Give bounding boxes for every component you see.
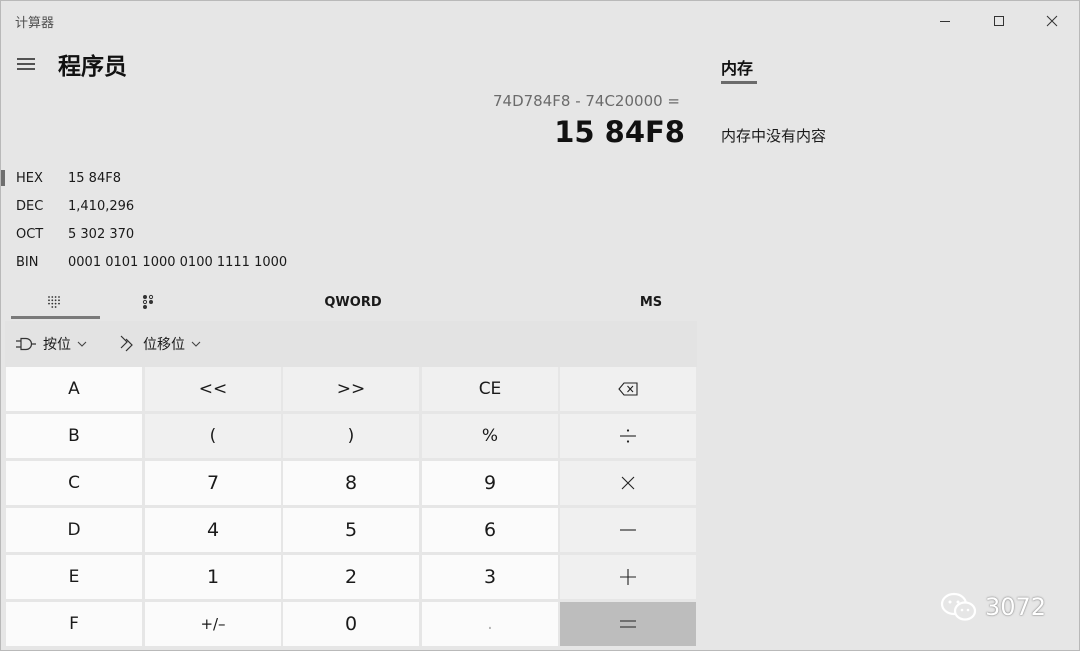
key-0[interactable]: 0 — [283, 602, 419, 646]
dot-grid-icon — [48, 296, 60, 308]
minimize-button[interactable] — [918, 1, 971, 41]
key-5[interactable]: 5 — [283, 508, 419, 552]
key-3[interactable]: 3 — [422, 555, 558, 599]
close-icon — [1046, 15, 1057, 27]
radix-value: 15 84F8 — [68, 170, 121, 186]
radix-label: DEC — [16, 198, 44, 214]
maximize-button[interactable] — [972, 1, 1025, 41]
active-tab-underline — [11, 316, 100, 319]
key-8[interactable]: 8 — [283, 461, 419, 505]
bitshift-label: 位移位 — [143, 337, 185, 353]
radix-row-bin[interactable]: BIN 0001 0101 1000 0100 1111 1000 — [1, 249, 691, 275]
active-radix-indicator — [1, 170, 5, 186]
equals-icon — [620, 620, 636, 628]
divide-icon — [620, 429, 636, 443]
minus-icon — [620, 529, 636, 531]
key-6[interactable]: 6 — [422, 508, 558, 552]
maximize-icon — [993, 16, 1004, 26]
memory-empty-message: 内存中没有内容 — [721, 127, 827, 145]
key-multiply[interactable] — [560, 461, 696, 505]
key-right-shift[interactable]: >> — [283, 367, 419, 411]
key-modulo[interactable]: % — [422, 414, 558, 458]
title-bar: 计算器 — [1, 1, 1080, 41]
key-4[interactable]: 4 — [145, 508, 281, 552]
keypad: A << >> CE B ( ) % C 7 8 9 D 4 5 6 E 1 2… — [6, 367, 698, 647]
full-keypad-tab[interactable] — [5, 285, 103, 319]
watermark-text: 3072 — [985, 593, 1047, 621]
key-subtract[interactable] — [560, 508, 696, 552]
wechat-icon — [940, 592, 977, 621]
bit-toggle-keypad-tab[interactable] — [103, 285, 193, 319]
memory-tab[interactable]: 内存 — [721, 55, 753, 79]
key-add[interactable] — [560, 555, 696, 599]
chevron-down-icon — [77, 341, 87, 347]
key-d[interactable]: D — [6, 508, 142, 552]
expression-display: 74D784F8 - 74C20000 = — [492, 92, 680, 110]
key-left-paren[interactable]: ( — [145, 414, 281, 458]
memory-tab-underline — [721, 81, 757, 84]
memory-store-button[interactable]: MS — [591, 285, 711, 319]
radix-label: OCT — [16, 226, 44, 242]
key-2[interactable]: 2 — [283, 555, 419, 599]
key-1[interactable]: 1 — [145, 555, 281, 599]
key-7[interactable]: 7 — [145, 461, 281, 505]
keypad-tabs: QWORD MS — [5, 285, 697, 321]
plus-icon — [620, 569, 636, 585]
bit-toggle-icon — [142, 294, 154, 309]
key-c[interactable]: C — [6, 461, 142, 505]
radix-row-hex[interactable]: HEX 15 84F8 — [1, 165, 691, 191]
key-clear-entry[interactable]: CE — [422, 367, 558, 411]
key-equals[interactable] — [560, 602, 696, 646]
close-button[interactable] — [1025, 1, 1078, 41]
calculator-window: 计算器 程序员 74D784F8 - 74C20000 = 15 84F8 HE… — [0, 0, 1080, 651]
radix-label: HEX — [16, 170, 43, 186]
bitshift-dropdown[interactable]: 位移位 — [117, 331, 201, 357]
word-size-button[interactable]: QWORD — [273, 285, 433, 319]
watermark: 3072 — [939, 589, 1046, 625]
key-left-shift[interactable]: << — [145, 367, 281, 411]
key-a[interactable]: A — [6, 367, 142, 411]
bitwise-label: 按位 — [43, 337, 71, 353]
radix-row-oct[interactable]: OCT 5 302 370 — [1, 221, 691, 247]
multiply-icon — [621, 476, 635, 490]
chevron-down-icon — [191, 341, 201, 347]
key-b[interactable]: B — [6, 414, 142, 458]
hamburger-icon — [17, 58, 35, 70]
logic-gate-icon — [16, 337, 36, 351]
radix-value: 0001 0101 1000 0100 1111 1000 — [68, 254, 288, 270]
key-negate[interactable]: +/– — [145, 602, 281, 646]
key-f[interactable]: F — [6, 602, 142, 646]
bitwise-toolbar: 按位 位移位 — [5, 321, 697, 367]
key-e[interactable]: E — [6, 555, 142, 599]
radix-value: 5 302 370 — [68, 226, 135, 242]
backspace-icon — [618, 382, 638, 396]
navigation-menu-button[interactable] — [14, 54, 38, 74]
radix-value: 1,410,296 — [68, 198, 135, 214]
mode-title: 程序员 — [58, 54, 127, 80]
bitshift-icon — [120, 335, 133, 352]
key-backspace[interactable] — [560, 367, 696, 411]
radix-label: BIN — [16, 254, 39, 270]
minimize-icon — [939, 21, 950, 22]
radix-row-dec[interactable]: DEC 1,410,296 — [1, 193, 691, 219]
key-right-paren[interactable]: ) — [283, 414, 419, 458]
key-9[interactable]: 9 — [422, 461, 558, 505]
key-divide[interactable] — [560, 414, 696, 458]
app-title: 计算器 — [15, 16, 55, 31]
bitwise-dropdown[interactable]: 按位 — [15, 331, 87, 357]
key-decimal[interactable]: . — [422, 602, 558, 646]
result-display: 15 84F8 — [554, 115, 685, 149]
